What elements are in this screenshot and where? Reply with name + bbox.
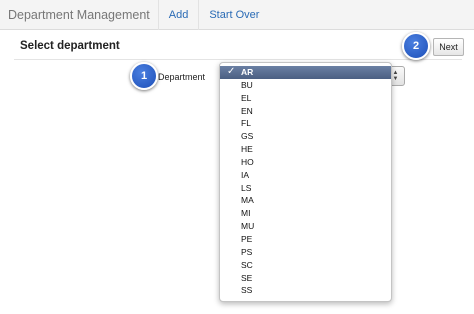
callout-badge-2: 2: [402, 32, 430, 60]
dropdown-option[interactable]: LS: [220, 182, 391, 195]
nav-link-start-over[interactable]: Start Over: [198, 0, 269, 30]
callout-badge-1: 1: [130, 62, 158, 90]
dropdown-option[interactable]: SS: [220, 284, 391, 297]
dropdown-option[interactable]: MI: [220, 207, 391, 220]
dropdown-option[interactable]: IA: [220, 169, 391, 182]
dropdown-option[interactable]: FL: [220, 117, 391, 130]
dropdown-option[interactable]: GS: [220, 130, 391, 143]
dropdown-option[interactable]: SC: [220, 259, 391, 272]
next-button[interactable]: Next: [433, 38, 464, 56]
dropdown-option[interactable]: SE: [220, 272, 391, 285]
dropdown-option[interactable]: PE: [220, 233, 391, 246]
top-navbar: Department Management Add Start Over: [0, 0, 474, 30]
nav-link-add[interactable]: Add: [157, 0, 199, 30]
section-divider: [14, 59, 462, 60]
department-label: Department: [158, 72, 206, 82]
dropdown-option[interactable]: HE: [220, 143, 391, 156]
dropdown-option[interactable]: BU: [220, 79, 391, 92]
dropdown-option[interactable]: MU: [220, 220, 391, 233]
dropdown-option[interactable]: EN: [220, 105, 391, 118]
app-brand[interactable]: Department Management: [0, 0, 158, 30]
chevron-down-icon: ▼: [392, 76, 399, 82]
dropdown-option[interactable]: HO: [220, 156, 391, 169]
dropdown-option[interactable]: PS: [220, 246, 391, 259]
page-title: Select department: [20, 40, 120, 52]
dropdown-option[interactable]: ✓ AR: [220, 66, 391, 79]
checkmark-icon: ✓: [227, 66, 236, 77]
dropdown-option[interactable]: EL: [220, 92, 391, 105]
department-dropdown-list[interactable]: ✓ AR BU EL EN FL GS HE HO IA LS MA MI MU …: [219, 62, 392, 302]
dropdown-option[interactable]: MA: [220, 194, 391, 207]
